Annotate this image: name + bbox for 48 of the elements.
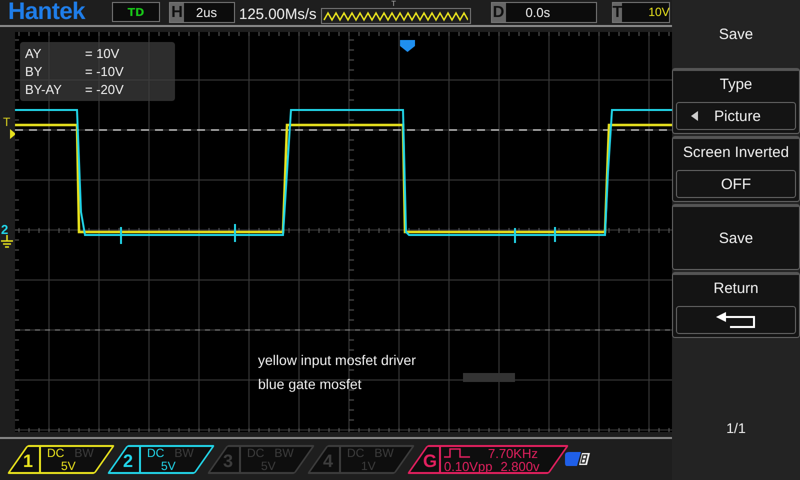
channel-number: 1 xyxy=(17,446,41,472)
offset-value: 2.800v xyxy=(500,459,540,472)
status-icon xyxy=(565,450,591,468)
generator-label: G xyxy=(417,446,441,472)
annotation-text: yellow input mosfet driver xyxy=(258,351,416,370)
option-text: Picture xyxy=(714,108,761,124)
brand-logo: Hantek xyxy=(8,0,86,24)
field-label: T xyxy=(612,2,622,22)
coupling-label: DC xyxy=(147,446,164,459)
amplitude-value: 0.10Vpp xyxy=(444,459,492,472)
scale-value: 5V xyxy=(60,459,77,472)
left-arrow-icon xyxy=(691,111,698,121)
option-value[interactable]: OFF xyxy=(676,170,796,198)
square-wave-icon xyxy=(444,446,470,458)
option-label: Screen Inverted xyxy=(683,143,789,163)
scale-value: 5V xyxy=(160,459,177,472)
save-button[interactable]: Save xyxy=(672,204,800,270)
menu-title: Save xyxy=(718,24,754,44)
generator-panel[interactable]: G 7.70KHz 0.10Vpp 2.800v xyxy=(406,444,570,474)
option-label: Return xyxy=(713,279,759,299)
trigger-level-label: T xyxy=(3,116,10,128)
mode-indicator: TD xyxy=(112,2,160,22)
sample-rate: 125.00Ms/s xyxy=(239,5,317,23)
readout-value: = 10V xyxy=(84,46,120,62)
field-value: 0.0s xyxy=(524,4,550,20)
page-indicator: 1/1 xyxy=(725,420,747,438)
channel-number: 2 xyxy=(117,446,141,472)
readout-value: = -20V xyxy=(84,82,125,98)
frequency-value: 7.70KHz xyxy=(487,446,538,459)
patch-mark xyxy=(463,373,515,382)
readout-label: BY-AY xyxy=(25,82,63,98)
readout-value: = -10V xyxy=(84,64,125,80)
option-text: OFF xyxy=(721,176,751,192)
ground-icon xyxy=(1,235,13,249)
channel-marker: 2 xyxy=(1,223,8,236)
trigger-position-icon xyxy=(400,40,415,52)
return-arrow-icon xyxy=(716,312,756,328)
option-value[interactable]: Picture xyxy=(676,102,796,130)
field-value: 10V xyxy=(647,5,670,19)
return-button[interactable] xyxy=(676,306,796,334)
field-label: H xyxy=(170,2,184,22)
coupling-label: DC xyxy=(47,446,64,459)
field-value: 2us xyxy=(195,4,217,20)
option-label: Type xyxy=(720,75,752,95)
readout-label: BY xyxy=(25,64,44,80)
annotation-text: blue gate mosfet xyxy=(258,375,363,394)
field-label: D xyxy=(492,2,506,22)
readout-label: AY xyxy=(25,46,42,62)
